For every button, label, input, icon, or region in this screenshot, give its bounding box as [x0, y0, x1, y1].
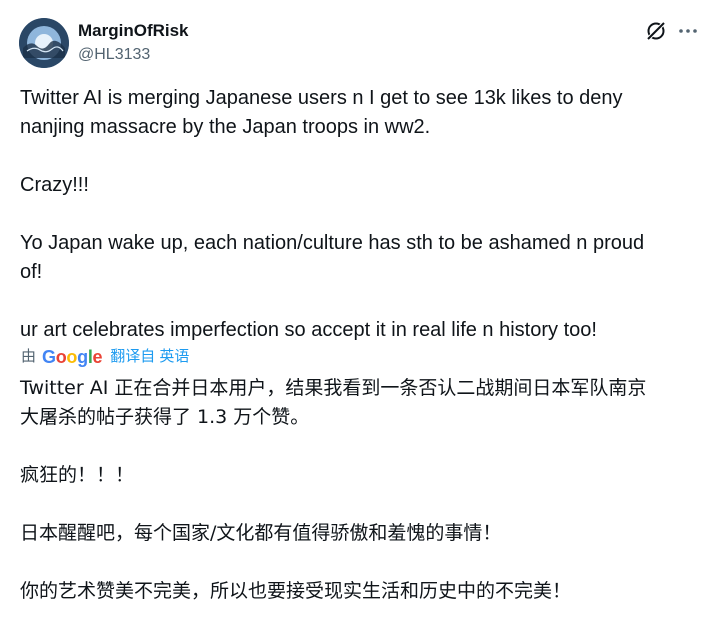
tweet-card: MarginOfRisk @HL3133 Twitter AI is mergi…: [0, 0, 721, 618]
translated-from-link[interactable]: 翻译自 英语: [110, 345, 189, 369]
author-handle[interactable]: @HL3133: [78, 46, 150, 64]
translation-attribution: 由 Google 翻译自 英语: [21, 345, 189, 369]
google-letter: o: [66, 347, 78, 367]
google-letter: e: [92, 347, 103, 367]
google-letter: g: [77, 347, 88, 367]
translation-prefix: 由: [21, 348, 37, 365]
tweet-text: Twitter AI is merging Japanese users n I…: [20, 87, 645, 341]
google-letter: o: [55, 347, 67, 367]
google-logo: Google: [42, 345, 103, 369]
avatar[interactable]: [19, 18, 69, 68]
translated-text: Twitter AI 正在合并日本用户，结果我看到一条否认二战期间日本军队南京 …: [20, 377, 647, 602]
author-name[interactable]: MarginOfRisk: [78, 21, 189, 41]
grok-icon[interactable]: [645, 20, 667, 42]
google-letter: G: [42, 347, 56, 367]
more-icon[interactable]: [676, 20, 700, 42]
